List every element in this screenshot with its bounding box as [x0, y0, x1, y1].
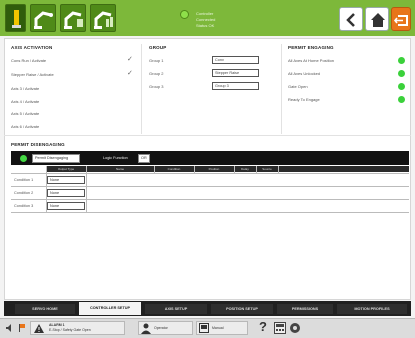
column-header-delay: Delay	[241, 167, 249, 171]
status-line-3: Status OK	[196, 23, 215, 28]
connection-status-indicator	[180, 10, 189, 19]
permit-status-indicator-4	[398, 96, 405, 103]
permit-row-label-1: All Axes At Home Position	[288, 58, 335, 63]
section-divider-1	[141, 44, 142, 134]
home-button[interactable]	[365, 7, 389, 31]
group-row-label-2: Group 2	[149, 71, 164, 76]
axis-row-label-6: Axis 6 / Activate	[11, 124, 40, 129]
screen-icon	[199, 323, 209, 333]
condition-row-label-3: Condition 3	[14, 204, 34, 208]
alarm-text-1: ALARM 1	[49, 323, 65, 327]
group-name-input-2[interactable]: Stepper Raise	[212, 69, 259, 77]
home-icon	[371, 13, 385, 27]
column-header-name: Name	[115, 167, 124, 171]
table-col-line-3	[154, 166, 155, 173]
warning-icon	[34, 324, 44, 333]
condition-type-input-1[interactable]: None	[47, 176, 85, 184]
axis-activation-title: AXIS ACTIVATION	[11, 45, 53, 50]
condition-row-label-1: Condition 1	[14, 178, 34, 182]
mode-button-1[interactable]	[5, 4, 26, 32]
group-name-input-1[interactable]: Conv	[212, 56, 259, 64]
mode-button-2[interactable]	[30, 4, 56, 32]
table-col-line-7	[278, 166, 279, 173]
condition-row-label-2: Condition 2	[14, 191, 34, 195]
tab-motion-profiles[interactable]: MOTION PROFILES	[337, 304, 407, 314]
exit-button[interactable]	[391, 7, 411, 31]
tab-axis-setup[interactable]: AXIS SETUP	[145, 304, 207, 314]
permit-engaging-title: PERMIT ENGAGING	[288, 45, 334, 50]
mode-button-3[interactable]	[60, 4, 86, 32]
permit-row-label-2: All Axes Unlocked	[288, 71, 321, 76]
group-row-label-3: Group 3	[149, 84, 164, 89]
section-divider-horizontal	[4, 135, 411, 136]
user-icon	[141, 323, 151, 334]
permit-row-label-3: Gate Open	[288, 84, 308, 89]
exit-icon	[393, 15, 408, 26]
back-button[interactable]	[339, 7, 363, 31]
status-line-1: Controller	[196, 11, 214, 16]
axis-row-label-4: Axis 4 / Activate	[11, 99, 40, 104]
condition-type-input-3[interactable]: None	[47, 202, 85, 210]
status-line-2: Connected	[196, 17, 216, 22]
permit-row-label-4: Ready To Engage	[288, 97, 320, 102]
column-header-type: Output Type	[57, 167, 75, 171]
user-text: Operator	[154, 326, 168, 330]
group-name-input-3[interactable]: Group 3	[212, 82, 259, 90]
axis-row-label-2: Stepper Raise / Activate	[11, 72, 54, 77]
back-arrow-icon	[346, 13, 355, 27]
table-col-line-5	[234, 166, 235, 173]
permit-status-indicator-1	[398, 57, 405, 64]
axis-activate-checkbox-2[interactable]: ✓	[127, 70, 133, 77]
robot-mode-2-icon	[34, 11, 53, 29]
logic-function-select[interactable]: OR	[138, 154, 150, 163]
permit-status-indicator-2	[398, 70, 405, 77]
column-header-condition: Condition	[167, 167, 181, 171]
robot-mode-3-icon	[64, 11, 83, 29]
column-header-position: Position	[208, 167, 220, 171]
tab-position-setup[interactable]: POSITION SETUP	[211, 304, 273, 314]
robot-arm-icon	[12, 10, 21, 28]
disengaging-mode-field[interactable]: Permit Disengaging	[32, 154, 80, 163]
calculator-icon[interactable]	[274, 322, 286, 334]
help-button[interactable]: ?	[259, 319, 267, 335]
table-row-line-4	[11, 212, 409, 213]
alarm-text-2: E-Stop / Safety Gate Open	[49, 328, 91, 332]
group-title: GROUP	[149, 45, 167, 50]
tab-servo-home[interactable]: SERVO HOME	[15, 304, 75, 314]
permit-disengaging-title: PERMIT DISENGAGING	[11, 142, 65, 147]
tab-permissions[interactable]: PERMISSIONS	[277, 304, 333, 314]
axis-row-label-1: Cons Run / Activate	[11, 58, 47, 63]
section-divider-2	[281, 44, 282, 134]
group-row-label-1: Group 1	[149, 58, 164, 63]
axis-row-label-3: Axis 3 / Activate	[11, 86, 40, 91]
condition-type-input-2[interactable]: None	[47, 189, 85, 197]
permit-status-indicator-3	[398, 83, 405, 90]
axis-activate-checkbox-1[interactable]: ✓	[127, 56, 133, 63]
settings-gear-icon[interactable]	[289, 322, 301, 334]
column-header-source: Source	[262, 167, 272, 171]
mode-text: Manual	[212, 326, 224, 330]
mode-button-4[interactable]	[90, 4, 116, 32]
table-col-line-6	[256, 166, 257, 173]
disengaging-status-indicator	[20, 155, 27, 162]
tab-controller-setup[interactable]: CONTROLLER SETUP	[79, 302, 141, 315]
robot-mode-4-icon	[94, 11, 113, 29]
speaker-icon[interactable]	[5, 323, 15, 333]
table-row-line-1	[11, 173, 409, 174]
table-col-line-2	[86, 166, 87, 213]
table-row-line-3	[11, 199, 409, 200]
table-row-line-2	[11, 186, 409, 187]
table-col-line-4	[194, 166, 195, 173]
logic-function-label: Logic Function	[103, 156, 128, 160]
axis-row-label-5: Axis 5 / Activate	[11, 111, 40, 116]
flag-icon[interactable]	[18, 323, 28, 333]
